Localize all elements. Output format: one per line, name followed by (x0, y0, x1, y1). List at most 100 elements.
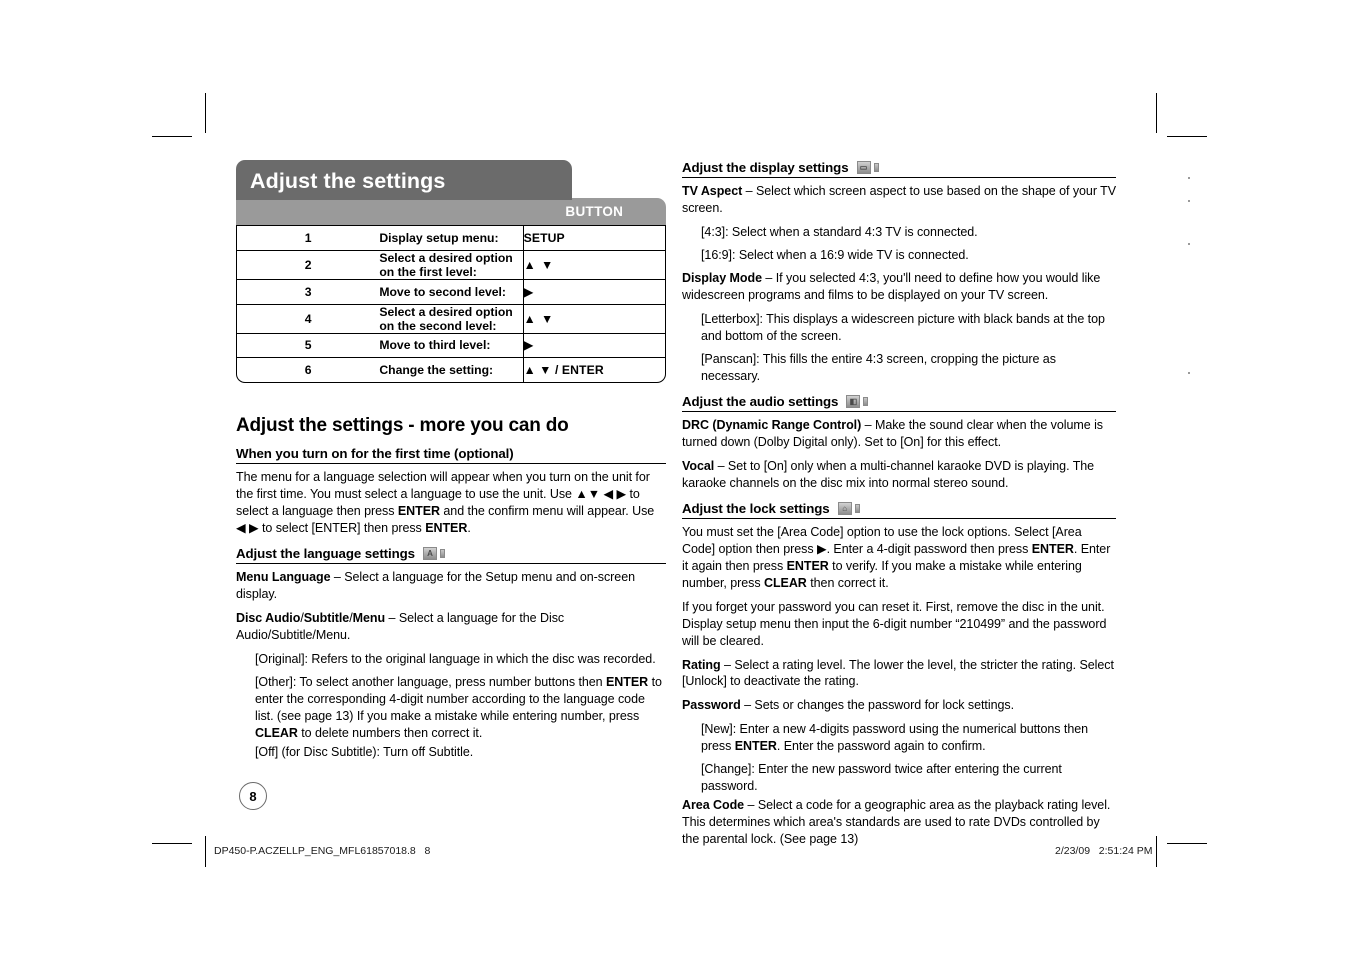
row-number: 5 (236, 332, 380, 358)
section-banner: Adjust the settings (236, 160, 572, 200)
row-step: Move to third level: (379, 332, 523, 358)
row-number: 6 (236, 357, 380, 384)
crop-mark-bottom-left-horizontal (152, 843, 192, 844)
text-run: to delete numbers then correct it. (297, 725, 483, 740)
password-reset-paragraph: If you forget your password you can rese… (682, 599, 1107, 648)
aspect-43-text: [4:3]: Select when a standard 4:3 TV is … (701, 225, 978, 240)
row-number: 1 (236, 225, 380, 250)
icon-box: A (422, 547, 437, 561)
area-code-paragraph: Area Code – Select a code for a geograph… (682, 797, 1116, 848)
other-option-text: [Other]: To select another language, pre… (255, 674, 666, 742)
crop-mark-top-right-horizontal (1167, 136, 1207, 137)
right-column: Adjust the display settings ▭ TV Aspect … (682, 160, 1116, 855)
text-run: and the confirm menu will appear. Use (439, 504, 655, 519)
footer-timestamp: 2/23/09 2:51:24 PM (1055, 845, 1153, 857)
icon-box: ◧ (846, 394, 861, 408)
padlock-icon: ⌂ (837, 501, 860, 515)
change-password-text: [Change]: Enter the new password twice a… (701, 762, 1062, 794)
row-number: 2 (236, 249, 380, 279)
display-mode-label: Display Mode (682, 271, 762, 286)
panscan-text: [Panscan]: This fills the entire 4:3 scr… (701, 351, 1056, 383)
margin-registration-dot (1188, 372, 1190, 374)
text-run: – Select which screen aspect to use base… (682, 184, 1117, 216)
menu-language-paragraph: Menu Language – Select a language for th… (236, 569, 666, 603)
row-step: Select a desired option on the first lev… (379, 249, 523, 279)
first-time-paragraph: The menu for a language selection will a… (236, 469, 666, 537)
row-step: Move to second level: (379, 278, 523, 304)
icon-tab (854, 503, 860, 513)
row-step: Change the setting: (379, 357, 523, 384)
enter-key-label: ENTER (397, 504, 440, 519)
footer-filename: DP450-P.ACZELLP_ENG_MFL61857018.8 8 (214, 845, 431, 857)
row-button: ▲ ▼ / ENTER (522, 357, 666, 384)
text-run: – Sets or changes the password for lock … (740, 698, 1014, 713)
page-title: Adjust the settings (250, 169, 446, 193)
audio-settings-heading: Adjust the audio settings ◧ (682, 394, 1116, 412)
footer-divider-left (205, 836, 206, 867)
area-code-label: Area Code (682, 798, 745, 813)
arrow-leftright-glyph: ◀ ▶ (236, 521, 259, 536)
crop-mark-bottom-right-horizontal (1167, 843, 1207, 844)
table-row: 2 Select a desired option on the first l… (236, 249, 666, 279)
more-you-can-do-heading: Adjust the settings - more you can do (236, 415, 569, 437)
clear-key-label: CLEAR (763, 575, 807, 590)
text-run: then correct it. (806, 575, 889, 590)
heading-text: When you turn on for the first time (opt… (236, 446, 514, 462)
table-row: 6 Change the setting: ▲ ▼ / ENTER (236, 357, 666, 384)
table-header-button: BUTTON (522, 198, 666, 225)
margin-registration-dot (1188, 243, 1190, 245)
enter-key-label: ENTER (1031, 541, 1074, 556)
adjust-settings-block: Adjust the settings BUTTON 1 Display set… (236, 160, 666, 384)
subtitle-label: Subtitle (303, 611, 350, 626)
table-row: 3 Move to second level: ▶ (236, 278, 666, 304)
enter-key-label: ENTER (606, 675, 649, 690)
icon-tab (863, 396, 869, 406)
first-time-heading: When you turn on for the first time (opt… (236, 446, 666, 465)
arrow-updown-glyph: ▲▼ (575, 487, 601, 502)
menu-language-label: Menu Language (236, 570, 331, 585)
crop-mark-top-left-vertical (205, 93, 206, 133)
icon-tab (439, 549, 445, 559)
enter-key-label: ENTER (786, 558, 829, 573)
table-header-row: BUTTON (236, 198, 666, 225)
password-paragraph: Password – Sets or changes the password … (682, 697, 1116, 714)
disc-audio-label: Disc Audio (236, 611, 301, 626)
icon-box: ▭ (856, 161, 871, 175)
crop-mark-top-left-horizontal (152, 136, 192, 137)
tv-aspect-paragraph: TV Aspect – Select which screen aspect t… (682, 183, 1116, 217)
enter-key-label: ENTER (734, 739, 777, 754)
heading-text: Adjust the lock settings (682, 500, 830, 516)
row-button: ▲ ▼ (522, 249, 666, 279)
rating-label: Rating (682, 657, 721, 672)
heading-text: Adjust the audio settings (682, 393, 839, 409)
button-steps-table: BUTTON 1 Display setup menu: SETUP 2 Sel… (236, 198, 666, 384)
margin-registration-dot (1188, 200, 1190, 202)
row-number: 4 (236, 303, 380, 333)
text-run: You must set the [Area Code] option to u… (682, 524, 1082, 556)
crop-mark-top-right-vertical (1156, 93, 1157, 133)
row-step: Select a desired option on the second le… (379, 303, 523, 333)
language-settings-heading: Adjust the language settings A (236, 546, 666, 565)
new-password-text: [New]: Enter a new 4-digits password usi… (701, 721, 1116, 755)
text-run: to select [ENTER] then press (258, 521, 426, 536)
clear-key-label: CLEAR (255, 725, 298, 740)
text-run: – Set to [On] only when a multi-channel … (682, 458, 1095, 490)
row-button: ▲ ▼ (522, 303, 666, 333)
language-letter-a-icon: A (422, 547, 445, 561)
display-mode-paragraph: Display Mode – If you selected 4:3, you'… (682, 270, 1116, 304)
left-column: Adjust the settings BUTTON 1 Display set… (236, 160, 666, 767)
table-row: 5 Move to third level: ▶ (236, 332, 666, 358)
table-row: 1 Display setup menu: SETUP (236, 225, 666, 250)
table-row: 4 Select a desired option on the second … (236, 303, 666, 333)
page-number-badge: 8 (239, 782, 267, 810)
icon-box: ⌂ (837, 501, 852, 515)
text-run: – Select a rating level. The lower the l… (682, 657, 1114, 689)
vocal-paragraph: Vocal – Set to [On] only when a multi-ch… (682, 458, 1116, 492)
row-button: ▶ (522, 278, 666, 304)
heading-text: Adjust the language settings (236, 546, 415, 562)
text-run: . Enter the password again to confirm. (776, 739, 986, 754)
display-settings-heading: Adjust the display settings ▭ (682, 160, 1116, 179)
row-button: ▶ (522, 332, 666, 358)
text-run: – Select a code for a geographic area as… (682, 798, 1111, 846)
icon-tab (873, 163, 879, 173)
